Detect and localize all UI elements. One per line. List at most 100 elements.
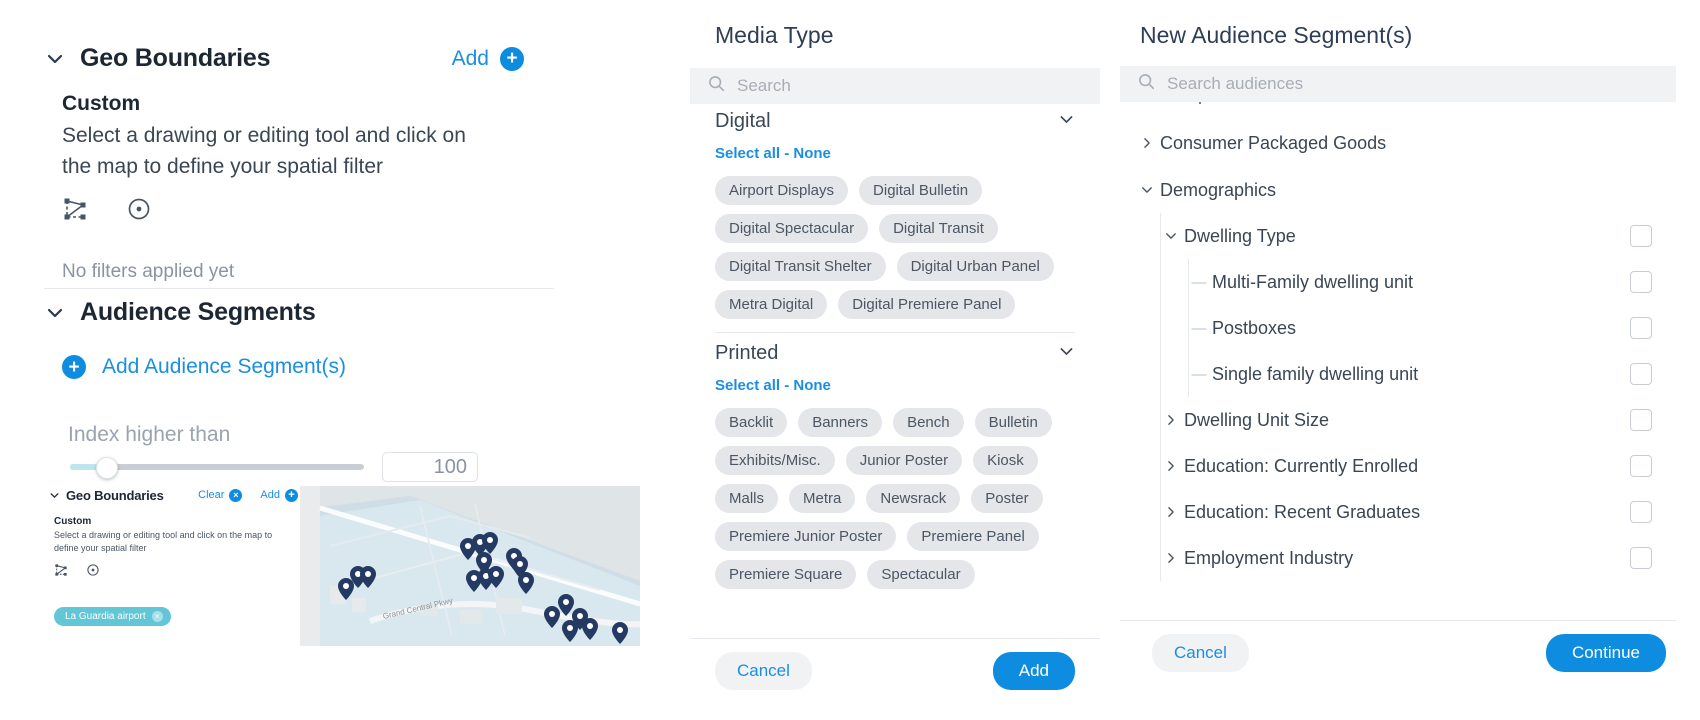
media-chip[interactable]: Bulletin xyxy=(974,408,1052,437)
audience-tree-branch-dwelling-type: — Multi-Family dwelling unit — Postboxes… xyxy=(1120,259,1676,397)
media-chip[interactable]: Poster xyxy=(971,484,1043,513)
plus-icon: + xyxy=(500,46,524,71)
radius-draw-tool-icon[interactable] xyxy=(86,563,100,582)
index-slider-track[interactable] xyxy=(70,457,364,479)
media-chip[interactable]: Banners xyxy=(798,408,883,437)
media-chip[interactable]: Premiere Square xyxy=(715,560,857,589)
media-chip[interactable]: Digital Transit Shelter xyxy=(715,252,886,281)
add-audience-segment-label: Add Audience Segment(s) xyxy=(102,355,346,378)
audience-tree-checkbox[interactable] xyxy=(1630,225,1652,247)
audience-tree-checkbox[interactable] xyxy=(1630,547,1652,569)
audience-tree-row[interactable]: — Single family dwelling unit xyxy=(1120,351,1676,397)
media-chip[interactable]: Airport Displays xyxy=(715,176,849,205)
audience-tree-row[interactable]: Education: Recent Graduates xyxy=(1120,489,1676,535)
geo-map[interactable]: Grand Central Pkwy xyxy=(300,486,640,646)
audience-tree-checkbox[interactable] xyxy=(1630,363,1652,385)
media-cancel-button[interactable]: Cancel xyxy=(715,652,812,690)
inset-clear-label: Clear xyxy=(198,489,225,501)
audience-tree-row[interactable]: Employment Industry xyxy=(1120,535,1676,581)
geo-boundaries-title: Geo Boundaries xyxy=(80,44,271,72)
media-group-printed-select-all[interactable]: Select all - None xyxy=(715,377,1075,394)
media-type-search-placeholder: Search xyxy=(737,76,791,95)
audience-cancel-button[interactable]: Cancel xyxy=(1152,634,1249,672)
media-chip[interactable]: Digital Urban Panel xyxy=(896,252,1054,281)
audience-tree-row[interactable]: Demographics xyxy=(1120,167,1676,213)
media-chip[interactable]: Digital Premiere Panel xyxy=(838,290,1016,319)
chevron-down-icon[interactable] xyxy=(44,48,66,70)
media-chip[interactable]: Digital Transit xyxy=(879,214,998,243)
polygon-draw-tool-icon[interactable] xyxy=(54,563,68,582)
audience-continue-button[interactable]: Continue xyxy=(1545,634,1666,672)
chevron-down-icon[interactable] xyxy=(1058,343,1075,365)
tree-leaf-dash-icon: — xyxy=(1191,273,1207,291)
audience-tree-row[interactable]: Consumer Packaged Goods xyxy=(1120,120,1676,166)
media-footer-divider xyxy=(690,638,1100,639)
media-group-digital-select-all[interactable]: Select all - None xyxy=(715,145,1075,162)
geo-boundaries-inset-panel: Geo Boundaries Clear × Add + Custom Sele… xyxy=(48,486,298,720)
index-slider-control[interactable]: 100 xyxy=(70,452,478,482)
audience-tree-row[interactable]: Dwelling Unit Size xyxy=(1120,397,1676,443)
media-group-printed-header[interactable]: Printed xyxy=(715,342,1075,365)
media-chip[interactable]: Kiosk xyxy=(973,446,1038,475)
media-chip[interactable]: Newsrack xyxy=(866,484,961,513)
geo-add-button[interactable]: Add + xyxy=(452,46,524,71)
media-chip[interactable]: Malls xyxy=(715,484,779,513)
audience-tree-checkbox[interactable] xyxy=(1630,409,1652,431)
inset-clear-button[interactable]: Clear × xyxy=(198,488,243,502)
chevron-down-icon[interactable] xyxy=(1158,229,1184,243)
audience-search-input[interactable]: Search audiences xyxy=(1120,66,1676,102)
chevron-right-icon[interactable] xyxy=(1134,136,1160,150)
audience-tree-row[interactable]: Education: Currently Enrolled xyxy=(1120,443,1676,489)
media-chip[interactable]: Exhibits/Misc. xyxy=(715,446,835,475)
geo-filter-chip[interactable]: La Guardia airport × xyxy=(54,607,171,626)
media-group-digital-name: Digital xyxy=(715,110,771,132)
chevron-down-icon[interactable] xyxy=(44,302,66,324)
chevron-right-icon[interactable] xyxy=(1158,413,1184,427)
audience-tree-checkbox[interactable] xyxy=(1630,501,1652,523)
plus-icon: + xyxy=(62,355,86,379)
chevron-right-icon[interactable] xyxy=(1158,505,1184,519)
media-chip[interactable]: Digital Bulletin xyxy=(859,176,983,205)
audience-tree-row[interactable]: — Multi-Family dwelling unit xyxy=(1120,259,1676,305)
media-chip[interactable]: Metra Digital xyxy=(715,290,828,319)
chevron-right-icon[interactable] xyxy=(1158,459,1184,473)
media-chip[interactable]: Bench xyxy=(893,408,964,437)
chevron-down-icon[interactable] xyxy=(48,489,60,501)
chevron-down-icon[interactable] xyxy=(1134,183,1160,197)
media-chip[interactable]: Spectacular xyxy=(867,560,975,589)
media-group-digital: Digital Select all - None Airport Displa… xyxy=(715,110,1075,319)
audience-tree-checkbox[interactable] xyxy=(1630,271,1652,293)
plus-icon: + xyxy=(285,488,298,502)
index-value-input[interactable]: 100 xyxy=(382,452,478,482)
audience-tree-checkbox[interactable] xyxy=(1630,455,1652,477)
chevron-down-icon[interactable] xyxy=(1058,111,1075,133)
polygon-draw-tool-icon[interactable] xyxy=(62,196,88,227)
inset-title: Geo Boundaries xyxy=(66,487,164,503)
audience-tree-row[interactable]: — Postboxes xyxy=(1120,305,1676,351)
app-root: Geo Boundaries Add + Custom Select a dra… xyxy=(0,0,1700,720)
inset-add-button[interactable]: Add + xyxy=(260,488,298,502)
add-audience-segment-button[interactable]: + Add Audience Segment(s) xyxy=(62,355,346,379)
audience-tree-checkbox[interactable] xyxy=(1630,317,1652,339)
inset-header: Geo Boundaries Clear × Add + xyxy=(48,486,298,504)
media-type-search-input[interactable]: Search xyxy=(690,68,1100,104)
media-group-printed-name: Printed xyxy=(715,342,779,364)
media-chip[interactable]: Premiere Junior Poster xyxy=(715,522,897,551)
search-icon xyxy=(708,75,725,97)
media-group-digital-header[interactable]: Digital xyxy=(715,110,1075,133)
close-icon[interactable]: × xyxy=(151,611,163,622)
media-chip[interactable]: Junior Poster xyxy=(845,446,963,475)
audience-tree-row[interactable]: Dwelling Type xyxy=(1120,213,1676,259)
audience-tree-label: Single family dwelling unit xyxy=(1212,363,1419,384)
media-chip[interactable]: Backlit xyxy=(715,408,788,437)
media-add-button[interactable]: Add xyxy=(992,652,1075,690)
audience-tree: Consumer Packaged Goods Demographics Dwe… xyxy=(1120,120,1676,581)
geo-boundaries-header: Geo Boundaries Add + xyxy=(44,44,524,73)
media-chip[interactable]: Premiere Panel xyxy=(907,522,1039,551)
index-slider-knob[interactable] xyxy=(96,457,118,479)
media-chip[interactable]: Digital Spectacular xyxy=(715,214,869,243)
media-chip[interactable]: Metra xyxy=(789,484,856,513)
geo-filter-chip-label: La Guardia airport xyxy=(65,611,146,622)
chevron-right-icon[interactable] xyxy=(1158,551,1184,565)
radius-draw-tool-icon[interactable] xyxy=(126,196,152,227)
